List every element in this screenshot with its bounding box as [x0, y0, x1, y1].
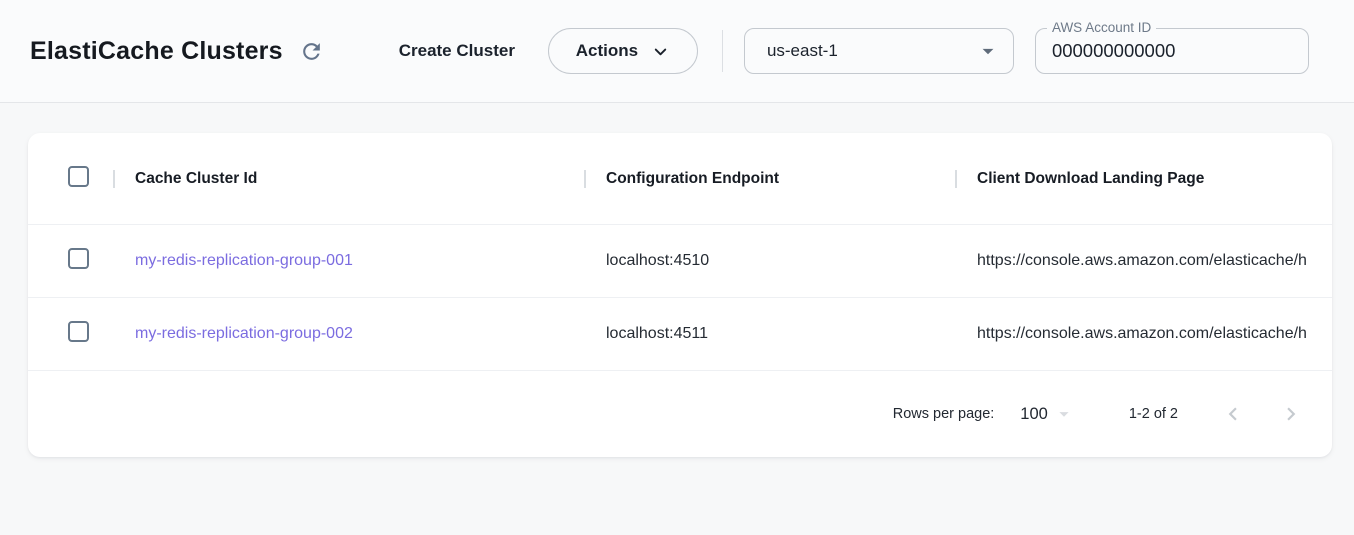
table-row: my-redis-replication-group-001 localhost… — [28, 224, 1332, 297]
pagination: Rows per page: 100 1-2 of 2 — [28, 370, 1332, 457]
chevron-right-icon — [1278, 401, 1304, 427]
client-download-landing-page-cell: https://console.aws.amazon.com/elasticac… — [955, 325, 1332, 343]
pagination-range-label: 1-2 of 2 — [1129, 406, 1178, 422]
toolbar: ElastiCache Clusters Create Cluster Acti… — [0, 0, 1354, 103]
rows-per-page-label: Rows per page: — [893, 406, 995, 422]
cache-cluster-id-cell: my-redis-replication-group-002 — [113, 325, 584, 343]
toolbar-divider — [722, 30, 723, 72]
refresh-icon — [299, 39, 324, 64]
actions-button-label: Actions — [576, 41, 638, 61]
column-header-configuration-endpoint[interactable]: Configuration Endpoint — [584, 170, 955, 188]
chevron-down-icon — [651, 42, 670, 61]
cluster-id-link[interactable]: my-redis-replication-group-001 — [135, 252, 353, 269]
page-title: ElastiCache Clusters — [30, 37, 283, 66]
refresh-button[interactable] — [295, 34, 329, 68]
table-header-row: Cache Cluster Id Configuration Endpoint … — [28, 133, 1332, 224]
row-checkbox[interactable] — [68, 321, 89, 342]
table-row: my-redis-replication-group-002 localhost… — [28, 297, 1332, 370]
rows-per-page-value: 100 — [1020, 405, 1048, 424]
configuration-endpoint-cell: localhost:4510 — [584, 252, 955, 270]
arrow-drop-down-icon — [975, 38, 1001, 64]
account-id-label: AWS Account ID — [1047, 20, 1156, 35]
account-id-input[interactable] — [1036, 40, 1308, 62]
next-page-button[interactable] — [1276, 399, 1306, 429]
actions-button[interactable]: Actions — [548, 28, 698, 74]
rows-per-page-select[interactable]: 100 — [1020, 403, 1075, 425]
account-id-field: AWS Account ID — [1035, 28, 1309, 74]
column-header-client-download-landing-page[interactable]: Client Download Landing Page — [955, 170, 1332, 188]
create-cluster-button[interactable]: Create Cluster — [399, 41, 515, 61]
region-select[interactable]: us-east-1 — [744, 28, 1014, 74]
row-checkbox-cell — [28, 321, 113, 347]
cluster-id-link[interactable]: my-redis-replication-group-002 — [135, 325, 353, 342]
select-all-checkbox[interactable] — [68, 166, 89, 187]
arrow-drop-down-icon — [1053, 403, 1075, 425]
clusters-table-card: Cache Cluster Id Configuration Endpoint … — [28, 133, 1332, 457]
column-header-cache-cluster-id[interactable]: Cache Cluster Id — [113, 170, 584, 188]
client-download-landing-page-cell: https://console.aws.amazon.com/elasticac… — [955, 252, 1332, 270]
chevron-left-icon — [1220, 401, 1246, 427]
previous-page-button[interactable] — [1218, 399, 1248, 429]
configuration-endpoint-cell: localhost:4511 — [584, 325, 955, 343]
row-checkbox-cell — [28, 248, 113, 274]
row-checkbox[interactable] — [68, 248, 89, 269]
region-select-value: us-east-1 — [767, 41, 838, 61]
cache-cluster-id-cell: my-redis-replication-group-001 — [113, 252, 584, 270]
select-all-cell — [28, 166, 113, 192]
